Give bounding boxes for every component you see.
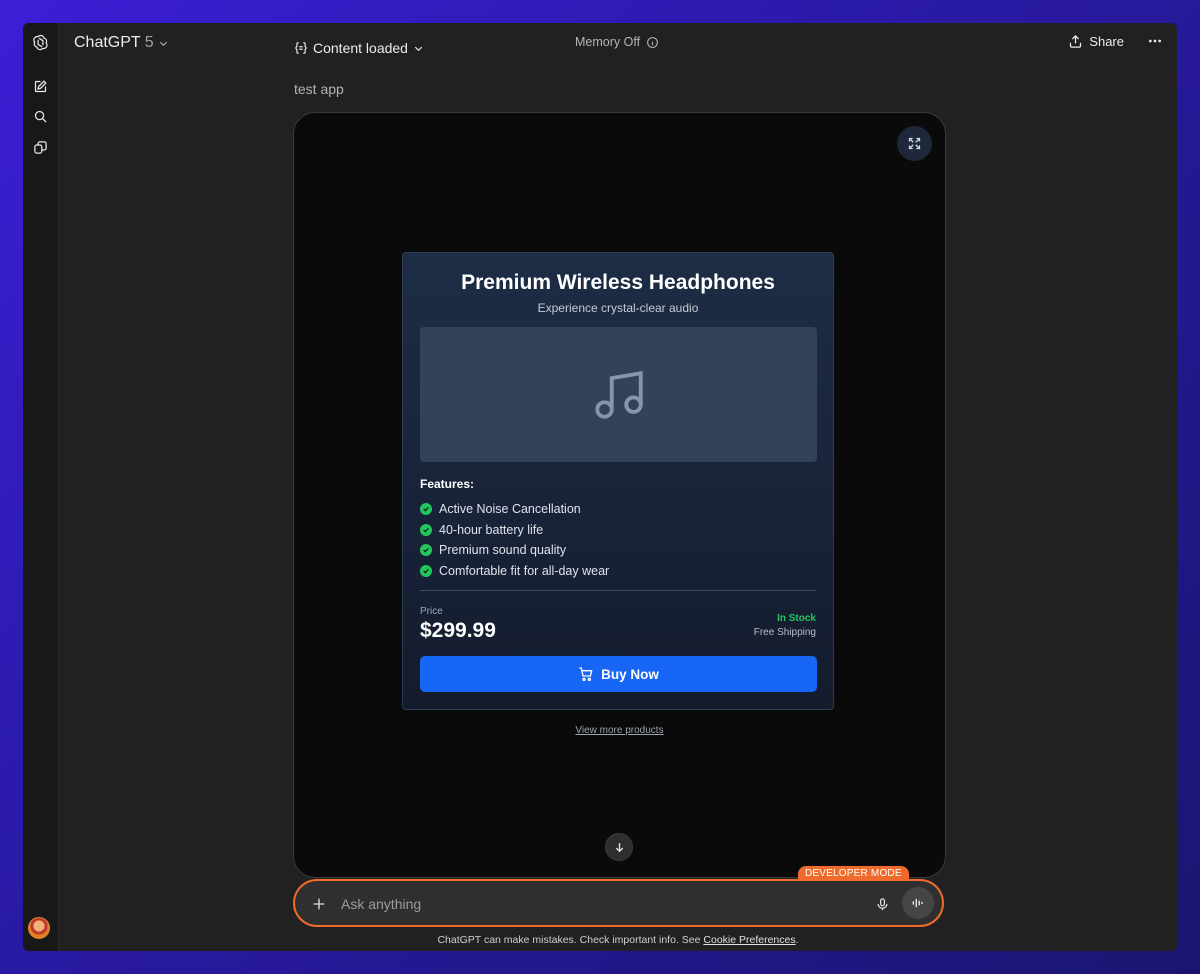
- braces-icon: [295, 42, 307, 54]
- model-selector[interactable]: ChatGPT 5: [74, 34, 169, 52]
- feature-text: 40-hour battery life: [439, 522, 544, 537]
- list-item: Premium sound quality: [420, 540, 609, 561]
- share-button[interactable]: Share: [1068, 34, 1124, 49]
- product-image-placeholder: [420, 327, 817, 462]
- library-icon[interactable]: [29, 136, 51, 158]
- product-subtitle: Experience crystal-clear audio: [537, 301, 699, 315]
- app-widget-frame: Premium Wireless Headphones Experience c…: [293, 112, 946, 878]
- feature-list: Active Noise Cancellation 40-hour batter…: [420, 499, 609, 581]
- microphone-icon[interactable]: [872, 894, 892, 914]
- feature-text: Premium sound quality: [439, 543, 567, 558]
- disclaimer: ChatGPT can make mistakes. Check importa…: [23, 934, 1177, 946]
- product-title: Premium Wireless Headphones: [461, 271, 775, 294]
- chevron-down-icon: [414, 46, 423, 51]
- cart-icon: [579, 667, 593, 681]
- list-item: 40-hour battery life: [420, 520, 609, 541]
- expand-fullscreen-icon[interactable]: [897, 126, 932, 161]
- product-card: Premium Wireless Headphones Experience c…: [402, 252, 834, 710]
- content-status-dropdown[interactable]: Content loaded: [294, 40, 424, 56]
- buy-now-label: Buy Now: [601, 666, 659, 682]
- content-status-label: Content loaded: [313, 40, 408, 56]
- voice-mode-icon[interactable]: [902, 887, 934, 919]
- check-circle-icon: [420, 544, 432, 557]
- info-icon: [647, 36, 658, 48]
- list-item: Active Noise Cancellation: [420, 499, 609, 520]
- plus-icon[interactable]: [309, 894, 329, 914]
- price-label: Price: [420, 606, 443, 617]
- more-options-icon[interactable]: [1145, 31, 1165, 51]
- music-note-icon: [594, 370, 643, 419]
- memory-status[interactable]: Memory Off: [575, 35, 659, 49]
- cookie-preferences-link[interactable]: Cookie Preferences: [703, 934, 795, 946]
- check-circle-icon: [420, 503, 432, 516]
- model-version: 5: [144, 34, 154, 51]
- feature-text: Comfortable fit for all-day wear: [439, 563, 610, 578]
- stock-status: In Stock: [777, 613, 816, 624]
- view-more-products-link[interactable]: View more products: [294, 725, 945, 736]
- top-bar: ChatGPT 5 Content loaded Memory Off Shar…: [59, 23, 1177, 63]
- list-item: Comfortable fit for all-day wear: [420, 561, 609, 582]
- buy-now-button[interactable]: Buy Now: [420, 656, 817, 692]
- check-circle-icon: [420, 564, 432, 577]
- memory-label: Memory Off: [575, 35, 641, 49]
- message-input[interactable]: [339, 892, 823, 916]
- composer: [293, 879, 944, 927]
- features-heading: Features:: [420, 477, 475, 491]
- new-chat-icon[interactable]: [29, 75, 51, 97]
- chat-window: ChatGPT 5 Content loaded Memory Off Shar…: [23, 23, 1177, 951]
- openai-logo-icon[interactable]: [29, 31, 51, 53]
- sidebar-rail: [23, 23, 59, 951]
- disclaimer-text: ChatGPT can make mistakes. Check importa…: [437, 934, 701, 946]
- model-name: ChatGPT: [74, 34, 141, 51]
- share-icon: [1070, 34, 1082, 48]
- search-icon[interactable]: [29, 105, 51, 127]
- share-label: Share: [1089, 34, 1124, 49]
- price-value: $299.99: [420, 619, 496, 642]
- scroll-down-icon[interactable]: [605, 833, 633, 861]
- check-circle-icon: [420, 523, 432, 536]
- divider: [420, 590, 816, 591]
- shipping-info: Free Shipping: [753, 627, 816, 638]
- user-message: test app: [294, 81, 344, 97]
- chevron-down-icon: [159, 41, 167, 46]
- feature-text: Active Noise Cancellation: [439, 502, 581, 517]
- disclaimer-end: .: [795, 934, 799, 946]
